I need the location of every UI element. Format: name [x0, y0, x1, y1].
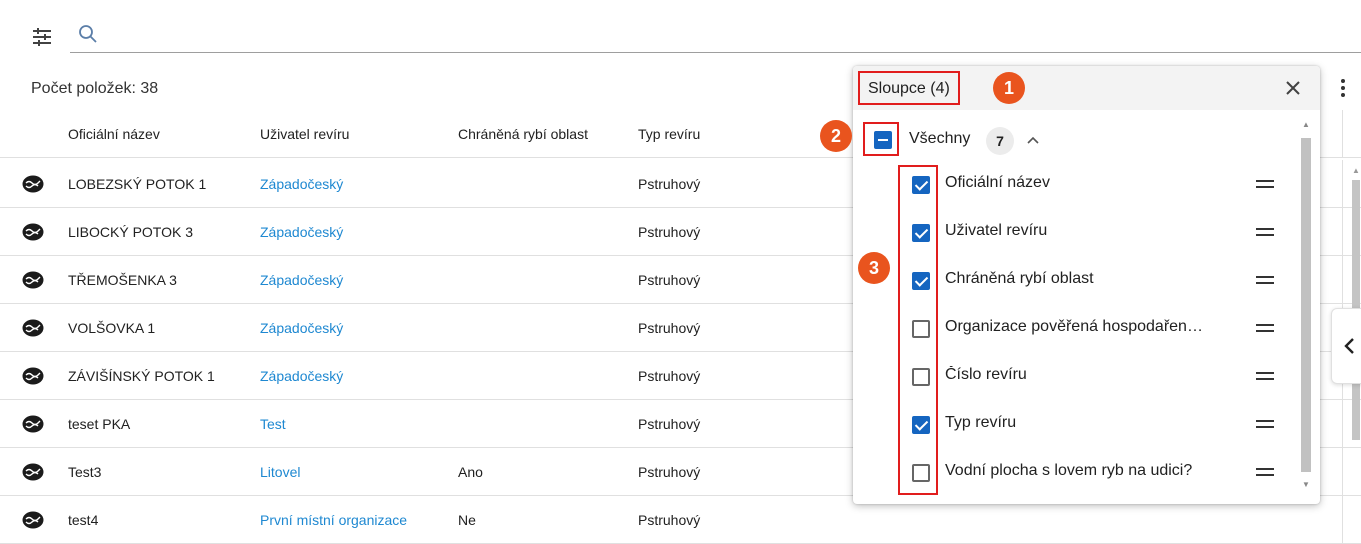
row-divider — [1342, 160, 1343, 208]
cell-protected: Ne — [458, 512, 476, 528]
drag-handle-icon[interactable] — [1256, 372, 1274, 380]
cell-name: teset PKA — [68, 416, 131, 432]
cell-type: Pstruhový — [638, 176, 701, 192]
cell-protected: Ano — [458, 464, 483, 480]
fish-icon — [22, 175, 44, 193]
cell-name: LIBOCKÝ POTOK 3 — [68, 224, 194, 240]
fish-icon-wrap — [22, 414, 44, 434]
select-all-row: Všechny 7 — [853, 118, 1293, 164]
row-divider — [1342, 400, 1343, 448]
column-option-label: Organizace pověřená hospodařen… — [945, 318, 1203, 335]
cell-user-link[interactable]: První místní organizace — [260, 496, 407, 544]
column-option-label: Číslo revíru — [945, 366, 1027, 383]
cell-name: ZÁVIŠÍNSKÝ POTOK 1 — [68, 368, 215, 384]
column-option-label: Typ revíru — [945, 414, 1017, 431]
drag-handle-icon[interactable] — [1256, 180, 1274, 188]
column-header-protected[interactable]: Chráněná rybí oblast — [458, 110, 588, 158]
fish-icon-wrap — [22, 222, 44, 242]
fish-icon — [22, 511, 44, 529]
cell-name: VOLŠOVKA 1 — [68, 320, 156, 336]
cell-user-link[interactable]: Litovel — [260, 448, 300, 496]
column-header-name[interactable]: Oficiální název — [68, 110, 160, 158]
row-divider — [1342, 256, 1343, 304]
cell-type: Pstruhový — [638, 512, 701, 528]
cell-type: Pstruhový — [638, 464, 701, 480]
annotation-badge-1: 1 — [993, 72, 1025, 104]
close-icon[interactable] — [1283, 78, 1303, 98]
fish-icon-wrap — [22, 510, 44, 530]
row-divider — [1342, 496, 1343, 544]
columns-panel-header: Sloupce (4) 1 — [853, 66, 1320, 110]
fish-icon-wrap — [22, 174, 44, 194]
fish-icon — [22, 415, 44, 433]
header-divider — [1342, 110, 1343, 158]
drag-handle-icon[interactable] — [1256, 468, 1274, 476]
fish-icon-wrap — [22, 366, 44, 386]
cell-user-link[interactable]: Západočeský — [260, 208, 343, 256]
columns-panel-title: Sloupce (4) — [858, 71, 960, 105]
drag-handle-icon[interactable] — [1256, 228, 1274, 236]
column-option-label: Chráněná rybí oblast — [945, 270, 1094, 287]
fish-icon-wrap — [22, 318, 44, 338]
select-all-label: Všechny — [909, 130, 971, 147]
cell-user-link[interactable]: Západočeský — [260, 352, 343, 400]
annotation-frame-select-all — [863, 122, 899, 156]
drag-handle-icon[interactable] — [1256, 276, 1274, 284]
select-all-checkbox[interactable] — [874, 131, 892, 149]
cell-user-link[interactable]: Západočeský — [260, 256, 343, 304]
cell-type: Pstruhový — [638, 272, 701, 288]
columns-panel-scrollbar[interactable]: ▲ ▼ — [1299, 116, 1313, 496]
row-divider — [1342, 448, 1343, 496]
column-header-user[interactable]: Uživatel revíru — [260, 110, 349, 158]
columns-panel: Sloupce (4) 1 Všechny 7 Oficiální název U… — [853, 66, 1320, 504]
item-count: Počet položek: 38 — [31, 80, 159, 97]
fish-icon — [22, 367, 44, 385]
cell-name: Test3 — [68, 464, 102, 480]
cell-type: Pstruhový — [638, 224, 701, 240]
search-icon — [79, 25, 97, 43]
filter-settings-button[interactable] — [30, 25, 60, 53]
cell-name: LOBEZSKÝ POTOK 1 — [68, 176, 207, 192]
columns-count-chip: 7 — [986, 127, 1014, 155]
column-option-label: Oficiální název — [945, 174, 1050, 191]
search-underline — [70, 52, 1361, 53]
drag-handle-icon[interactable] — [1256, 324, 1274, 332]
toolbar — [0, 0, 1361, 56]
fish-icon-wrap — [22, 270, 44, 290]
more-options-icon[interactable] — [1334, 76, 1352, 104]
cell-type: Pstruhový — [638, 320, 701, 336]
annotation-frame-checkboxes — [898, 165, 938, 495]
drag-handle-icon[interactable] — [1256, 420, 1274, 428]
column-option-label: Vodní plocha s lovem ryb na udici? — [945, 462, 1193, 479]
chevron-left-icon — [1344, 338, 1354, 354]
fish-icon — [22, 319, 44, 337]
search-input[interactable] — [104, 22, 1344, 52]
fish-icon — [22, 463, 44, 481]
cell-user-link[interactable]: Test — [260, 400, 286, 448]
cell-user-link[interactable]: Západočeský — [260, 160, 343, 208]
row-divider — [1342, 208, 1343, 256]
column-option-label: Uživatel revíru — [945, 222, 1048, 239]
expand-panel-tab[interactable] — [1331, 308, 1361, 384]
fish-icon — [22, 223, 44, 241]
cell-type: Pstruhový — [638, 416, 701, 432]
fish-icon-wrap — [22, 462, 44, 482]
fish-icon — [22, 271, 44, 289]
tune-icon — [33, 28, 51, 46]
chevron-up-icon[interactable] — [1025, 132, 1041, 148]
cell-user-link[interactable]: Západočeský — [260, 304, 343, 352]
cell-name: TŘEMOŠENKA 3 — [68, 272, 177, 288]
column-header-type[interactable]: Typ revíru — [638, 110, 700, 158]
cell-type: Pstruhový — [638, 368, 701, 384]
cell-name: test4 — [68, 512, 99, 528]
annotation-badge-3: 3 — [858, 252, 890, 284]
annotation-badge-2: 2 — [820, 120, 852, 152]
